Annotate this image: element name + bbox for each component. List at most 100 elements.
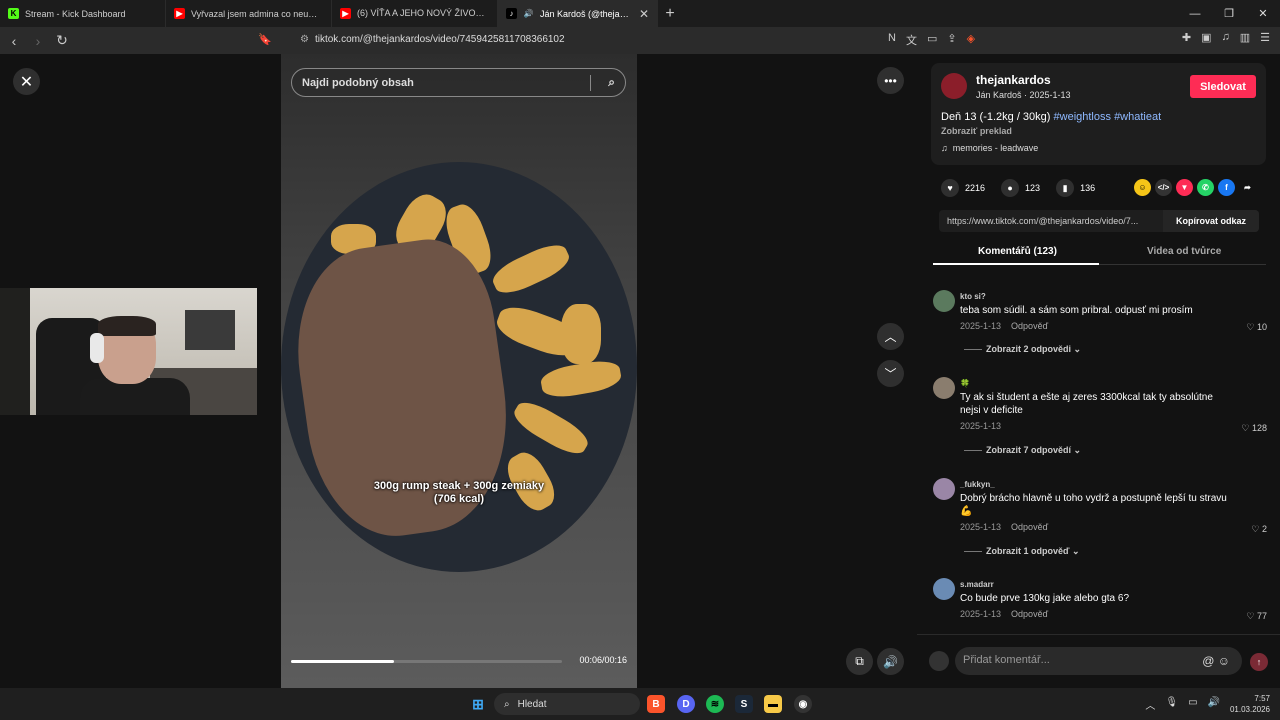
music-link[interactable]: ♫ memories - leadwave xyxy=(941,143,1038,153)
extensions-icon[interactable]: ✚ xyxy=(1182,31,1191,44)
tab-comments[interactable]: Komentářů (123) xyxy=(978,246,1057,257)
browser-tab-youtube-1[interactable]: ▶ Vyřvazal jsem admina co neumí prav xyxy=(166,0,332,27)
comment-username[interactable]: _fukkyn_ xyxy=(960,480,995,489)
save-button[interactable]: ▮ 136 xyxy=(1056,179,1095,197)
media-icon[interactable]: ♫ xyxy=(1221,31,1229,44)
avatar[interactable] xyxy=(941,73,967,99)
taskbar-search[interactable]: ⌕ Hledat xyxy=(494,693,640,715)
send-comment-button[interactable]: ↑ xyxy=(1250,653,1268,671)
sidebar-icon[interactable]: ▥ xyxy=(1240,31,1250,44)
forward-icon[interactable]: › xyxy=(28,33,48,49)
speaker-icon: 🔊 xyxy=(523,9,534,18)
clock[interactable]: 7:57 01.03.2026 xyxy=(1230,693,1270,715)
view-replies-label: Zobrazit 2 odpovědi xyxy=(986,344,1072,354)
close-window-icon[interactable]: ✕ xyxy=(1246,0,1280,27)
friends-share-icon[interactable]: ☺ xyxy=(1134,179,1151,196)
avatar[interactable] xyxy=(933,578,955,600)
comment-input[interactable]: Přidat komentář... xyxy=(955,647,1242,675)
browser-tab-youtube-2[interactable]: ▶ (6) VÍŤA A JEHO NOVÝ ŽIVOT 🍪 - Yo xyxy=(332,0,498,27)
embed-icon[interactable]: </> xyxy=(1155,179,1172,196)
comment-item: 🍀 Ty ak si študent a ešte aj zeres 3300k… xyxy=(933,377,1273,467)
next-video-button[interactable]: ﹀ xyxy=(877,360,904,387)
menu-icon[interactable]: ☰ xyxy=(1260,31,1270,44)
mention-icon[interactable]: @ xyxy=(1202,654,1214,668)
windows-start-icon[interactable]: ⊞ xyxy=(469,695,487,713)
url-field[interactable]: ⚙ tiktok.com/@thejankardos/video/74594258… xyxy=(300,34,565,45)
volume-button[interactable]: 🔊 xyxy=(877,648,904,675)
previous-video-button[interactable]: ︿ xyxy=(877,323,904,350)
microphone-icon[interactable]: 🎙 xyxy=(1165,697,1178,712)
youtube-icon: ▶ xyxy=(174,8,185,19)
brave-icon[interactable]: B xyxy=(647,695,665,713)
close-tab-icon[interactable]: ✕ xyxy=(639,7,649,21)
discord-icon[interactable]: D xyxy=(677,695,695,713)
browser-tab-tiktok[interactable]: ♪ 🔊 Ján Kardoš (@thejankardos) | ✕ xyxy=(498,0,658,27)
comment-like-button[interactable]: ♡ 10 xyxy=(1246,322,1267,333)
comment-username[interactable]: 🍀 xyxy=(960,379,970,388)
view-replies-button[interactable]: Zobrazit 2 odpovědi ⌄ xyxy=(964,344,1081,355)
comment-like-button[interactable]: ♡ 77 xyxy=(1246,611,1267,622)
video-player[interactable]: Najdi podobný obsah ⌕ 300g rump steak + … xyxy=(281,54,637,688)
file-explorer-icon[interactable]: ▬ xyxy=(764,695,782,713)
send-icon[interactable]: ▼ xyxy=(1176,179,1193,196)
translate-link[interactable]: Zobraziť preklad xyxy=(941,126,1012,136)
steam-icon[interactable]: S xyxy=(735,695,753,713)
tab-creator-videos[interactable]: Videa od tvůrce xyxy=(1147,246,1221,257)
restore-icon[interactable]: ❐ xyxy=(1212,0,1246,27)
browser-tab-kick[interactable]: K Stream - Kick Dashboard xyxy=(0,0,166,27)
hashtag-link[interactable]: #weightloss xyxy=(1054,111,1111,123)
video-link-field[interactable]: https://www.tiktok.com/@thejankardos/vid… xyxy=(939,210,1259,232)
emoji-icon[interactable]: ☺ xyxy=(1218,654,1230,668)
author-username[interactable]: thejankardos xyxy=(976,73,1051,87)
comment-input-icons: @ ☺ xyxy=(1202,654,1230,668)
avatar[interactable] xyxy=(933,377,955,399)
copy-link-button[interactable]: Kopírovat odkaz xyxy=(1163,210,1259,232)
like-count: 2216 xyxy=(965,183,986,193)
close-icon[interactable]: ✕ xyxy=(13,68,40,95)
volume-icon[interactable]: 🔊 xyxy=(1208,697,1220,712)
tab-title: Ján Kardoš (@thejankardos) | xyxy=(540,8,633,19)
follow-button[interactable]: Sledovat xyxy=(1190,75,1256,98)
spotify-icon[interactable]: ≋ xyxy=(706,695,724,713)
hashtag-link[interactable]: #whatieat xyxy=(1114,111,1161,123)
share-icon[interactable]: ⇪ xyxy=(947,32,956,48)
like-button[interactable]: ♥ 2216 xyxy=(941,179,985,197)
translate-icon[interactable]: 文 xyxy=(906,32,917,48)
cast-icon[interactable]: ▭ xyxy=(927,32,937,48)
whatsapp-icon[interactable]: ✆ xyxy=(1197,179,1214,196)
minimize-icon[interactable]: — xyxy=(1178,0,1212,27)
bookmark-icon[interactable]: 🔖 xyxy=(258,33,272,46)
brave-shield-icon[interactable]: ◈ xyxy=(967,32,975,48)
obs-icon[interactable]: ◉ xyxy=(794,695,812,713)
avatar[interactable] xyxy=(933,478,955,500)
back-icon[interactable]: ‹ xyxy=(4,33,24,49)
tab-title: Vyřvazal jsem admina co neumí prav xyxy=(191,8,323,19)
comment-username[interactable]: kto si? xyxy=(960,292,986,301)
new-tab-button[interactable]: + xyxy=(658,5,682,23)
no-notify-icon[interactable]: N xyxy=(888,32,896,48)
progress-bar[interactable] xyxy=(291,660,562,663)
avatar[interactable] xyxy=(933,290,955,312)
more-options-button[interactable]: ••• xyxy=(877,67,904,94)
comment-like-button[interactable]: ♡ 2 xyxy=(1251,524,1267,535)
comment-button[interactable]: ● 123 xyxy=(1001,179,1040,197)
comment-username[interactable]: s.madarr xyxy=(960,580,994,589)
search-input[interactable]: Najdi podobný obsah ⌕ xyxy=(291,68,626,97)
forward-share-icon[interactable]: ➦ xyxy=(1239,179,1256,196)
reload-icon[interactable]: ↻ xyxy=(52,32,72,49)
view-replies-button[interactable]: Zobrazit 1 odpověď ⌄ xyxy=(964,546,1080,557)
music-note-icon: ♫ xyxy=(941,143,948,153)
facebook-icon[interactable]: f xyxy=(1218,179,1235,196)
view-replies-button[interactable]: Zobrazit 7 odpovědí ⌄ xyxy=(964,445,1081,456)
wallet-icon[interactable]: ▣ xyxy=(1201,31,1211,44)
pip-button[interactable]: ⧉ xyxy=(846,648,873,675)
comment-input-bar: Přidat komentář... @ ☺ ↑ xyxy=(917,634,1280,688)
network-icon[interactable]: ▭ xyxy=(1188,697,1197,712)
site-info-icon[interactable]: ⚙ xyxy=(300,34,309,45)
reply-button[interactable]: Odpověď xyxy=(1011,321,1048,331)
reply-button[interactable]: Odpověď xyxy=(1011,609,1048,619)
reply-button[interactable]: Odpověď xyxy=(1011,522,1048,532)
search-icon[interactable]: ⌕ xyxy=(608,75,615,90)
tray-expand-icon[interactable]: ︿ xyxy=(1145,697,1155,712)
comment-like-button[interactable]: ♡ 128 xyxy=(1241,423,1267,434)
